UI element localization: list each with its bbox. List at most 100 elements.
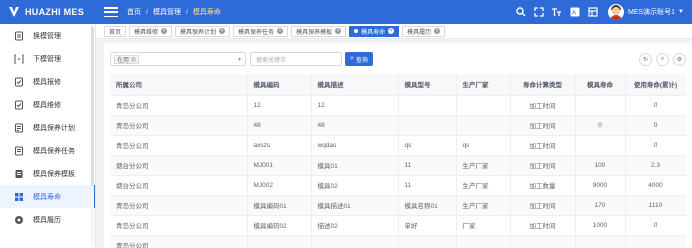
sidebar-item-mold-report[interactable]: 模具报修 [0, 70, 95, 93]
tab-maintenance-template[interactable]: 模具保养模板 × [291, 25, 347, 37]
repair-icon [14, 100, 24, 110]
chevron-down-icon: ▾ [237, 57, 241, 63]
scrollbar-thumb[interactable] [91, 26, 94, 186]
column-header[interactable]: 模具型号 [398, 74, 457, 96]
column-header[interactable]: 所属公司 [110, 74, 248, 96]
user-menu[interactable]: MES演示账号1 ▼ [607, 4, 684, 20]
table-cell: 单好 [398, 215, 457, 236]
table-cell: 11 [398, 155, 457, 176]
table-cell [398, 235, 457, 248]
tab-maintenance-task[interactable]: 模具保养任务 × [233, 25, 289, 37]
search-icon[interactable] [512, 0, 530, 24]
fullscreen-icon[interactable] [530, 0, 548, 24]
sidebar-item-maintenance-template[interactable]: 模具保养模板 [0, 162, 95, 185]
table-cell: axszs [247, 135, 312, 156]
column-header[interactable]: 生产厂家 [456, 74, 511, 96]
table-cell: 12 [311, 95, 399, 116]
plan-icon [14, 123, 24, 133]
table-cell [398, 95, 457, 116]
table-cell [510, 235, 576, 248]
table-row[interactable]: 烟台分公司 MJ001 模具01 11 生产厂家 加工时间 100 2.3 [110, 155, 686, 176]
search-input[interactable]: 搜索关键字 [250, 52, 342, 66]
unload-icon [14, 54, 24, 64]
sidebar-item-mold-unload[interactable]: 下模管理 [0, 47, 95, 70]
search-button[interactable]: ⌕ 查询 [345, 52, 373, 66]
sidebar-scrollbar[interactable] [91, 26, 94, 246]
table-cell: 170 [575, 195, 626, 216]
table-cell: 加工时间 [510, 115, 576, 136]
sidebar-item-mold-history[interactable]: 模具履历 [0, 208, 95, 231]
breadcrumb-mold-management[interactable]: 模具管理 [153, 7, 181, 17]
table-row[interactable]: 青岛分公司 12 12 加工时间 0 [110, 95, 686, 116]
column-header[interactable]: 模具描述 [311, 74, 399, 96]
tab-mold-history[interactable]: 模具履历 × [402, 25, 446, 37]
search-toggle-button[interactable]: ⌕ [656, 53, 669, 66]
tab-maintenance-plan[interactable]: 模具保养计划 × [175, 25, 231, 37]
data-table: 所属公司 模具编码 模具描述 模具型号 生产厂家 寿命计算类型 模具寿命 使用寿… [110, 74, 686, 248]
search-icon: ⌕ [660, 56, 665, 62]
tab-home[interactable]: 首页 [104, 25, 127, 37]
font-size-icon[interactable] [548, 0, 566, 24]
theme-icon[interactable] [584, 0, 602, 24]
column-header[interactable]: 使用寿命(累计) [625, 74, 686, 96]
user-name: MES演示账号1 [627, 9, 676, 16]
column-header[interactable]: 模具寿命 [575, 74, 626, 96]
sidebar-item-mold-repair[interactable]: 模具维修 [0, 93, 95, 116]
logo-icon [9, 7, 19, 17]
avatar [607, 4, 624, 20]
close-icon[interactable]: × [161, 28, 168, 34]
breadcrumb-current: 模具寿命 [192, 9, 221, 16]
refresh-button[interactable]: ↻ [639, 53, 652, 66]
chip-close-icon[interactable]: × [131, 56, 137, 62]
sidebar-item-mold-life[interactable]: 模具寿命 [0, 185, 95, 208]
settings-button[interactable]: ⚙ [673, 53, 686, 66]
table-cell: 加工时间 [510, 95, 576, 116]
table-row[interactable]: 烟台分公司 MJ002 模具02 11 生产厂家 加工数量 9000 4000 [110, 175, 686, 196]
table-cell: 青岛分公司 [110, 135, 248, 156]
refresh-icon: ↻ [642, 57, 649, 63]
menu-toggle-icon[interactable] [104, 7, 118, 17]
template-icon [14, 169, 24, 179]
status-select[interactable]: 在用 × ▾ [110, 52, 246, 66]
table-cell: 生产厂家 [456, 195, 511, 216]
life-icon [14, 192, 24, 202]
table-cell: 100 [575, 155, 626, 176]
table-row[interactable]: 青岛分公司 [110, 235, 686, 248]
sidebar-item-label: 模具寿命 [33, 193, 61, 201]
close-icon[interactable]: × [219, 28, 226, 34]
sidebar-item-maintenance-task[interactable]: 模具保养任务 [0, 139, 95, 162]
gear-icon: ⚙ [676, 57, 683, 63]
breadcrumb: 首页 / 模具管理 / 模具寿命 [127, 7, 221, 17]
chevron-down-icon: ▼ [678, 9, 684, 15]
sidebar-item-maintenance-plan[interactable]: 模具保养计划 [0, 116, 95, 139]
table-cell [575, 95, 626, 116]
tab-mold-repair[interactable]: 模具维修 × [129, 25, 173, 37]
column-header[interactable]: 寿命计算类型 [510, 74, 576, 96]
close-icon[interactable]: × [335, 28, 342, 34]
sidebar-item-label: 模具保养计划 [33, 124, 75, 132]
tab-label: 模具保养任务 [238, 29, 275, 36]
close-icon[interactable]: × [277, 28, 284, 34]
table-row[interactable]: 青岛分公司 模具编码01 模具描述01 模具名称01 生产厂家 加工时间 170… [110, 195, 686, 216]
table-row[interactable]: 青岛分公司 48 48 加工时间 0 0 [110, 115, 686, 136]
table-cell: 11 [398, 175, 457, 196]
breadcrumb-home[interactable]: 首页 [127, 7, 141, 17]
table-cell: 青岛分公司 [110, 195, 248, 216]
app-logo[interactable]: HUAZHI MES [0, 0, 96, 24]
sidebar-item-mold-change[interactable]: 换模管理 [0, 24, 95, 47]
top-bar: HUAZHI MES 首页 / 模具管理 / 模具寿命 A MES演示账号1 ▼ [0, 0, 692, 24]
table-cell: 青岛分公司 [110, 215, 248, 236]
breadcrumb-separator: / [185, 8, 188, 16]
close-icon[interactable]: × [388, 28, 395, 34]
table-row[interactable]: 青岛分公司 模具编码02 描述02 单好 厂家 加工时间 1000 0 [110, 215, 686, 236]
task-icon [14, 146, 24, 156]
search-icon: ⌕ [350, 55, 354, 62]
translate-icon[interactable]: A [566, 0, 584, 24]
column-header[interactable]: 模具编码 [247, 74, 312, 96]
chip-label: 在用 [117, 57, 130, 64]
table-row[interactable]: 青岛分公司 axszs wqdas qs qs 加工时间 0 [110, 135, 686, 156]
close-icon[interactable]: × [434, 28, 441, 34]
svg-text:A: A [572, 11, 576, 17]
tab-mold-life[interactable]: 模具寿命 × [349, 25, 400, 37]
tab-label: 模具保养模板 [296, 29, 333, 36]
